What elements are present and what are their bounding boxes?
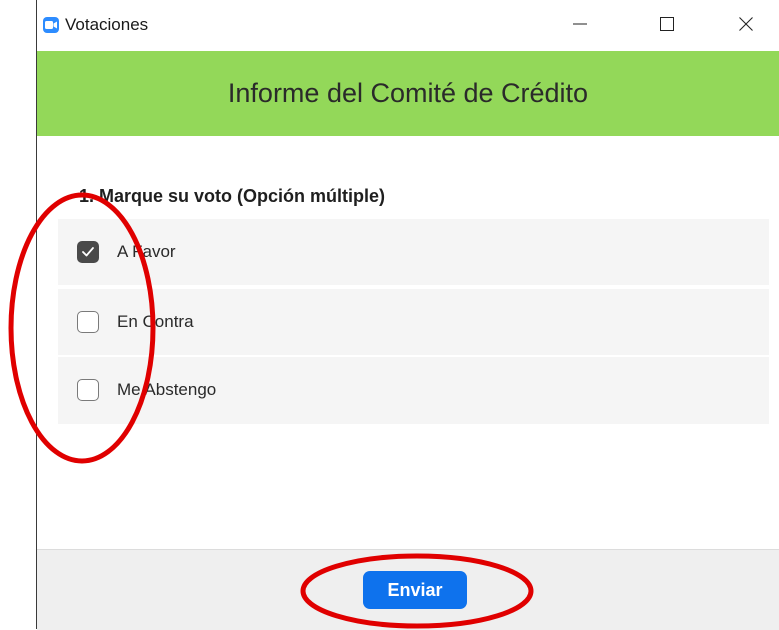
option-en-contra[interactable]: En Contra xyxy=(58,289,769,355)
option-me-abstengo[interactable]: Me Abstengo xyxy=(58,357,769,424)
checkbox-checked[interactable] xyxy=(77,241,99,263)
checkbox-unchecked[interactable] xyxy=(77,379,99,401)
close-icon xyxy=(738,16,754,37)
checkbox-unchecked[interactable] xyxy=(77,311,99,333)
window-title: Votaciones xyxy=(65,15,149,34)
question-text: 1. Marque su voto (Opción múltiple) xyxy=(79,186,386,206)
poll-header: Informe del Comité de Crédito xyxy=(37,51,779,136)
maximize-button[interactable] xyxy=(644,12,690,40)
zoom-app-icon xyxy=(43,17,59,33)
option-a-favor[interactable]: A Favor xyxy=(58,219,769,285)
minimize-button[interactable] xyxy=(557,12,603,40)
minimize-icon xyxy=(572,16,588,37)
poll-window: Votaciones Informe del Comité de Crédito… xyxy=(37,0,779,630)
option-label: En Contra xyxy=(117,312,194,331)
poll-title: Informe del Comité de Crédito xyxy=(227,78,589,108)
maximize-icon xyxy=(659,16,675,37)
submit-button[interactable]: Enviar xyxy=(363,571,467,609)
close-button[interactable] xyxy=(723,12,769,40)
option-label: Me Abstengo xyxy=(117,380,217,399)
option-label: A Favor xyxy=(117,242,176,261)
title-bar[interactable]: Votaciones xyxy=(37,0,779,51)
